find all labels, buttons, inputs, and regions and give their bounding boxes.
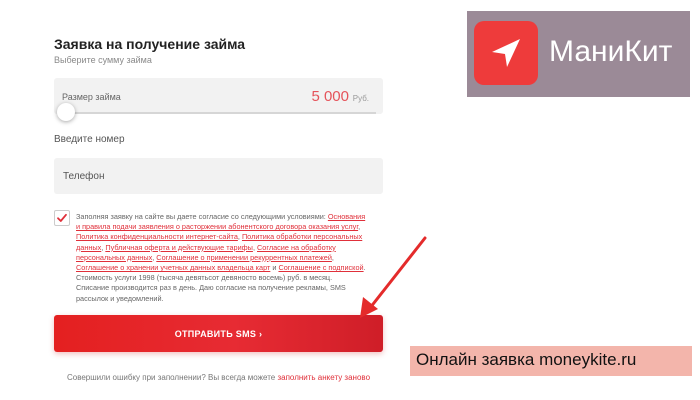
consent-intro: Заполняя заявку на сайте вы даете соглас… [76, 212, 326, 221]
form-footer: Совершили ошибку при заполнении? Вы всег… [0, 373, 437, 382]
navigation-arrow-icon [492, 39, 520, 67]
footer-text: Совершили ошибку при заполнении? Вы всег… [66, 373, 276, 382]
brand-panel: МаниКит [467, 11, 690, 97]
consent-text: Заполняя заявку на сайте вы даете соглас… [76, 212, 366, 303]
consent-checkbox[interactable] [54, 210, 70, 226]
brand-logo [474, 21, 538, 85]
caption-text: Онлайн заявка moneykite.ru [416, 350, 637, 369]
phone-input[interactable] [54, 158, 383, 194]
loan-amount-box: Размер займа 5 000 Руб. [54, 78, 383, 114]
form-subtitle: Выберите сумму займа [54, 55, 152, 65]
send-sms-button[interactable]: ОТПРАВИТЬ SMS › [54, 315, 383, 352]
loan-amount-value: 5 000 [311, 88, 349, 105]
loan-amount-currency: Руб. [352, 94, 369, 103]
loan-amount-slider-track[interactable] [60, 112, 376, 114]
form-title: Заявка на получение займа [54, 36, 246, 52]
link-recurring-payments[interactable]: Соглашение о применении рекуррентных пла… [156, 253, 332, 262]
brand-name: МаниКит [549, 35, 673, 68]
phone-caption: Введите номер [54, 134, 125, 145]
link-privacy-policy[interactable]: Политика конфиденциальности интернет-сай… [76, 232, 238, 241]
loan-amount-label: Размер займа [62, 92, 121, 102]
link-subscription-agreement[interactable]: Соглашение с подпиской [278, 263, 363, 272]
refill-form-link[interactable]: заполнить анкету заново [277, 373, 370, 382]
link-card-data-storage[interactable]: Соглашение о хранении учетных данных вла… [76, 263, 270, 272]
caption-banner: Онлайн заявка moneykite.ru [410, 346, 692, 376]
checkmark-icon [57, 213, 67, 222]
loan-amount-slider-thumb[interactable] [57, 103, 75, 121]
link-public-offer[interactable]: Публичная оферта и действующие тарифы [105, 243, 253, 252]
